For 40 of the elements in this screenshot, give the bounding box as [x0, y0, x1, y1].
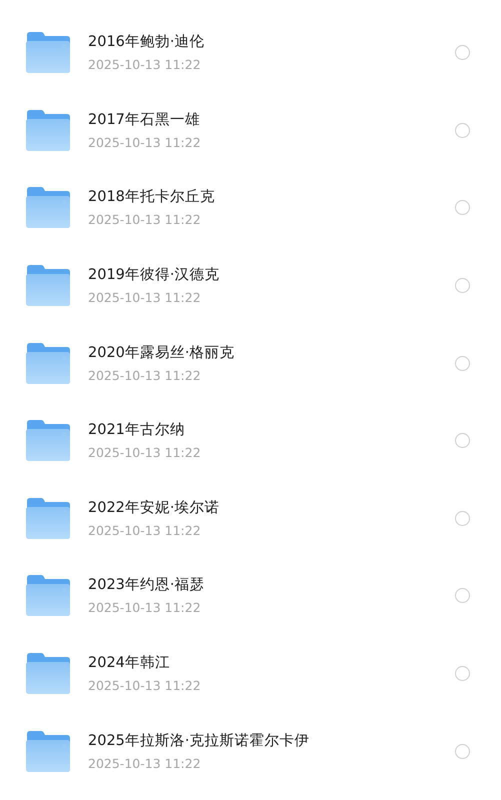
select-radio[interactable] — [455, 433, 470, 448]
select-radio[interactable] — [455, 278, 470, 294]
folder-name: 2017年石黑一雄 — [88, 110, 201, 129]
folder-icon — [26, 265, 70, 306]
modified-date: 2025-10-13 11:22 — [88, 445, 202, 460]
folder-icon — [26, 32, 70, 74]
folder-name: 2023年约恩·福瑟 — [88, 576, 206, 594]
folder-icon — [26, 342, 70, 384]
folder-name: 2016年鲍勃·迪伦 — [88, 33, 206, 52]
select-radio[interactable] — [455, 666, 470, 682]
folder-icon — [26, 653, 70, 694]
folder-name: 2025年拉斯洛·克拉斯诺霍尔卡伊 — [88, 732, 311, 750]
folder-name: 2024年韩江 — [88, 654, 171, 672]
modified-date: 2025-10-13 11:22 — [88, 134, 202, 150]
folder-name: 2019年彼得·汉德克 — [88, 266, 221, 284]
modified-date: 2025-10-13 11:22 — [88, 756, 202, 771]
folder-icon — [26, 187, 70, 228]
modified-date: 2025-10-13 11:22 — [88, 600, 202, 616]
modified-date: 2025-10-13 11:22 — [88, 57, 202, 72]
folder-name: 2020年露易丝·格丽克 — [88, 344, 236, 362]
folder-icon — [26, 730, 70, 772]
select-radio[interactable] — [455, 588, 470, 604]
select-radio[interactable] — [455, 744, 470, 759]
folder-icon — [26, 110, 70, 151]
folder-name: 2018年托卡尔丘克 — [88, 188, 216, 206]
folder-name: 2022年安妮·埃尔诺 — [88, 498, 221, 517]
folder-name: 2021年古尔纳 — [88, 421, 186, 440]
modified-date: 2025-10-13 11:22 — [88, 368, 202, 383]
modified-date: 2025-10-13 11:22 — [88, 678, 202, 694]
modified-date: 2025-10-13 11:22 — [88, 522, 202, 538]
modified-date: 2025-10-13 11:22 — [88, 212, 202, 228]
modified-date: 2025-10-13 11:22 — [88, 290, 202, 306]
folder-icon — [26, 575, 70, 616]
select-radio[interactable] — [455, 510, 470, 526]
folder-icon — [26, 498, 70, 539]
select-radio[interactable] — [455, 45, 470, 60]
select-radio[interactable] — [455, 122, 470, 138]
select-radio[interactable] — [455, 356, 470, 371]
folder-icon — [26, 420, 70, 462]
select-radio[interactable] — [455, 200, 470, 216]
